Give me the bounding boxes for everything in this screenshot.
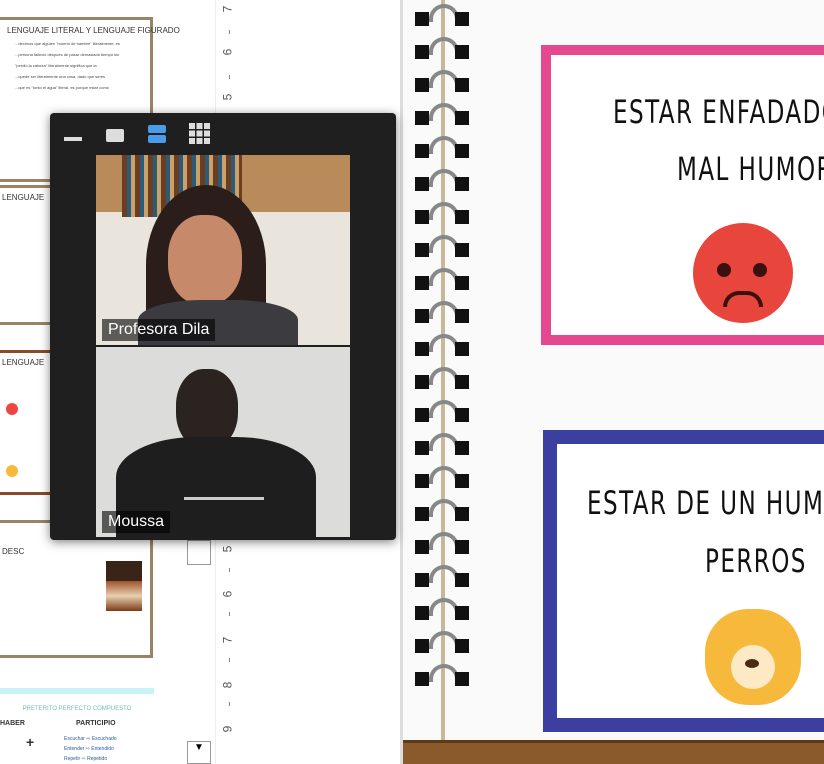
- plus-sign: +: [26, 734, 35, 750]
- spiral-ring: [415, 499, 473, 521]
- slide-title: LENGUAJE LITERAL Y LENGUAJE FIGURADO: [7, 26, 180, 35]
- video-call-window[interactable]: Profesora Dila Moussa: [50, 113, 396, 540]
- card-text: PERROS: [705, 542, 807, 580]
- spiral-ring: [415, 565, 473, 587]
- angry-face-icon: [693, 223, 793, 323]
- scroll-box[interactable]: [187, 540, 211, 565]
- spiral-ring: [415, 664, 473, 686]
- video-tile-moussa[interactable]: Moussa: [96, 347, 350, 537]
- spiral-ring: [415, 433, 473, 455]
- spiral-ring: [415, 301, 473, 323]
- participant-name: Profesora Dila: [102, 319, 216, 341]
- slide-text: ...persona falleció después de pasar dem…: [15, 52, 120, 57]
- gallery-view-icon[interactable]: [189, 123, 210, 144]
- spiral-ring: [415, 202, 473, 224]
- spiral-ring: [415, 334, 473, 356]
- ruler-number: 5: [220, 545, 235, 553]
- wood-floor: [403, 740, 824, 764]
- slide-title: DESC: [2, 547, 25, 556]
- participant-name: Moussa: [102, 511, 171, 533]
- view-toolbar: [50, 113, 396, 155]
- slide-title: LENGUAJE: [2, 358, 45, 367]
- person-photo: [106, 561, 142, 611]
- ruler-number: 9: [220, 725, 235, 733]
- idiom-card-2: ESTAR DE UN HUM PERROS: [543, 430, 824, 732]
- single-view-icon[interactable]: [106, 129, 124, 142]
- slide-title: LENGUAJE: [2, 193, 45, 202]
- scroll-down-button[interactable]: ▼: [187, 741, 211, 764]
- spiral-ring: [415, 4, 473, 26]
- idiom-card-1: ESTAR ENFADADO MAL HUMOR: [541, 45, 824, 345]
- spiral-ring: [415, 103, 473, 125]
- ruler-number: 7: [220, 5, 235, 13]
- ruler-number: 7: [220, 636, 235, 644]
- dog-face-icon: [705, 609, 801, 705]
- ruler-number: 8: [220, 681, 235, 689]
- angry-emoji-icon: [6, 403, 18, 415]
- minimize-icon[interactable]: [64, 137, 82, 141]
- slide-title: PRETERITO PERFECTO COMPUESTO: [22, 706, 132, 712]
- verb-list: Escuchar ⇨ Escuchado Entender ⇨ Entendid…: [64, 736, 117, 762]
- spiral-ring: [415, 70, 473, 92]
- spiral-ring: [415, 235, 473, 257]
- ruler-number: 6: [220, 590, 235, 598]
- card-text: ESTAR ENFADADO: [613, 93, 824, 131]
- spiral-ring: [415, 169, 473, 191]
- video-tile-profesora[interactable]: Profesora Dila: [96, 155, 350, 345]
- participio-header: PARTICIPIO: [76, 720, 116, 727]
- spiral-ring: [415, 400, 473, 422]
- haber-header: HABER: [0, 720, 25, 727]
- slide-thumbnail-5[interactable]: PRETERITO PERFECTO COMPUESTO HABER + PAR…: [0, 688, 154, 764]
- dog-emoji-icon: [6, 465, 18, 477]
- spiral-ring: [415, 268, 473, 290]
- spiral-ring: [415, 532, 473, 554]
- spiral-ring: [415, 136, 473, 158]
- spiral-ring: [415, 631, 473, 653]
- ruler-number: 6: [220, 48, 235, 56]
- spiral-ring: [415, 598, 473, 620]
- slide-text: "perdió la cabeza" literalmente signific…: [15, 63, 97, 68]
- spiral-ring: [415, 37, 473, 59]
- slide-text: ...que es "tonto el agua" literal, es po…: [15, 85, 110, 90]
- card-text: MAL HUMOR: [677, 150, 824, 188]
- spiral-ring: [415, 466, 473, 488]
- slide-text: ...quede ser literalmente una cosa, dado…: [15, 74, 106, 79]
- slide-thumbnail-4[interactable]: DESC: [0, 520, 153, 658]
- spiral-ring: [415, 367, 473, 389]
- slide-text: ...decimos que alguien "muerto de hambre…: [15, 41, 120, 46]
- speaker-view-icon[interactable]: [148, 125, 166, 133]
- ruler-number: 5: [220, 93, 235, 101]
- notebook-slide: ESTAR ENFADADO MAL HUMOR ESTAR DE UN HUM…: [403, 0, 824, 764]
- card-text: ESTAR DE UN HUM: [587, 484, 824, 522]
